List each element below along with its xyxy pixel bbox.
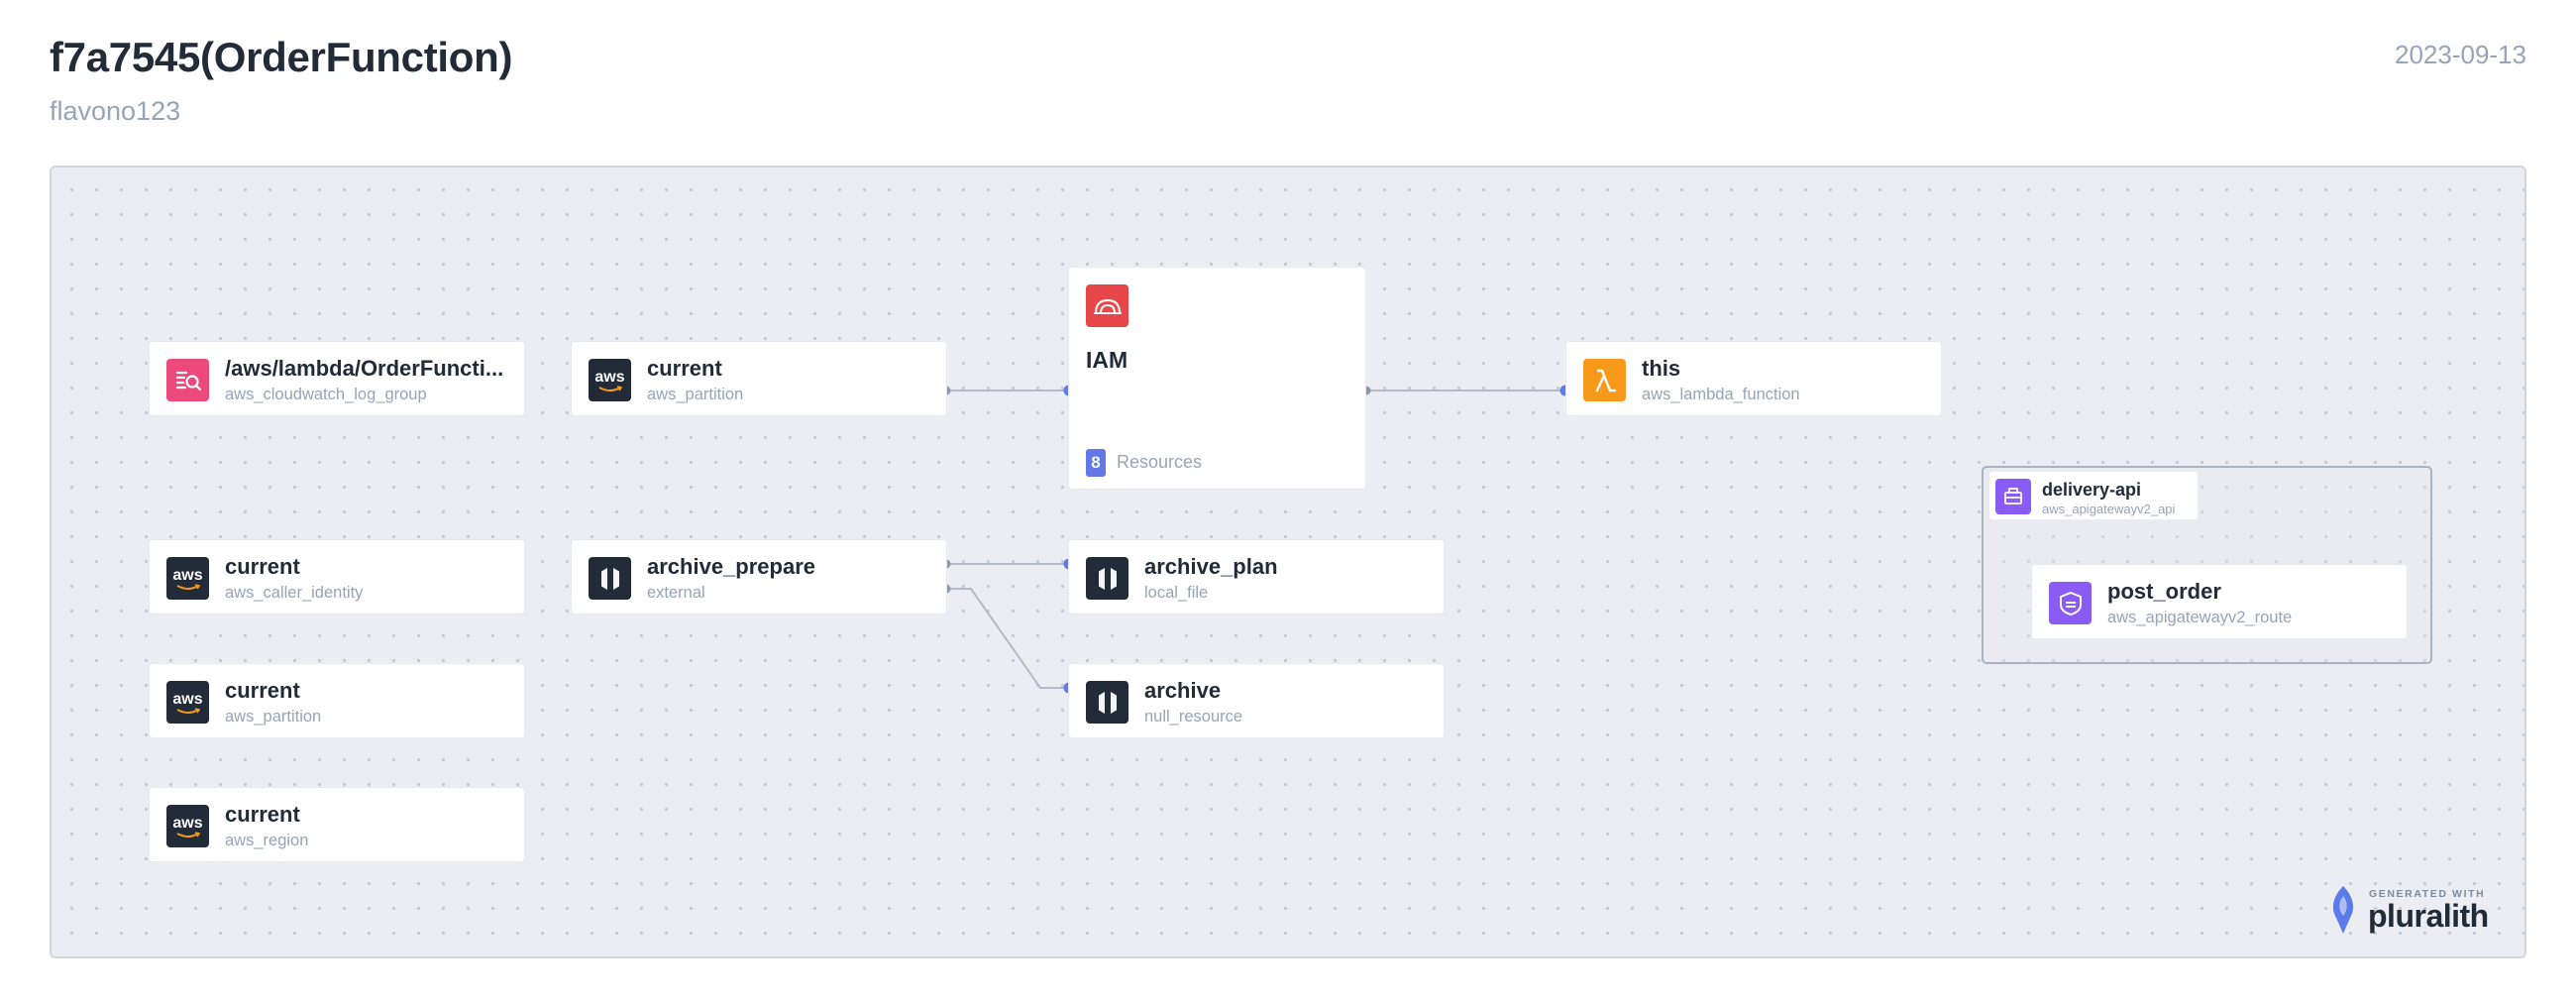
aws-icon: aws bbox=[166, 681, 209, 724]
cloudwatch-logs-icon bbox=[166, 359, 209, 401]
node-partition-primary[interactable]: aws current aws_partition bbox=[571, 341, 947, 416]
group-iam[interactable]: IAM 8 Resources bbox=[1068, 267, 1366, 490]
iam-icon bbox=[1086, 284, 1128, 327]
hashicorp-icon bbox=[1086, 681, 1128, 724]
node-cloudwatch-log-group[interactable]: /aws/lambda/OrderFuncti... aws_cloudwatc… bbox=[149, 341, 525, 416]
node-type: aws_caller_identity bbox=[225, 584, 364, 602]
lambda-icon bbox=[1583, 359, 1626, 401]
node-type: aws_lambda_function bbox=[1642, 386, 1800, 403]
node-lambda-function[interactable]: this aws_lambda_function bbox=[1565, 341, 1942, 416]
node-type: local_file bbox=[1144, 584, 1209, 602]
group-name: delivery-api bbox=[2042, 480, 2142, 500]
hashicorp-icon bbox=[1086, 557, 1128, 600]
node-name: current bbox=[225, 802, 300, 827]
node-type: external bbox=[647, 584, 705, 602]
node-name: current bbox=[647, 356, 722, 381]
aws-icon: aws bbox=[166, 557, 209, 600]
node-type: aws_partition bbox=[225, 708, 322, 726]
node-type: aws_partition bbox=[647, 386, 744, 403]
node-name: archive_prepare bbox=[647, 554, 815, 579]
group-type: aws_apigatewayv2_api bbox=[2042, 502, 2176, 516]
node-name: post_order bbox=[2107, 579, 2221, 604]
node-name: archive_plan bbox=[1144, 554, 1278, 579]
hashicorp-icon bbox=[589, 557, 631, 600]
node-name: /aws/lambda/OrderFuncti... bbox=[225, 356, 504, 381]
node-name: current bbox=[225, 554, 300, 579]
node-type: aws_region bbox=[225, 832, 309, 849]
node-archive-plan[interactable]: archive_plan local_file bbox=[1068, 539, 1445, 615]
pluralith-logo: GENERATED WITH pluralith bbox=[2326, 884, 2495, 942]
api-gateway-icon bbox=[1995, 479, 2031, 514]
edge-prepare-to-archive bbox=[946, 588, 1068, 689]
node-archive-prepare[interactable]: archive_prepare external bbox=[571, 539, 947, 615]
node-name: this bbox=[1642, 356, 1681, 381]
group-name: IAM bbox=[1086, 347, 1128, 373]
brand-name: pluralith bbox=[2368, 898, 2489, 934]
node-caller-identity[interactable]: aws current aws_caller_identity bbox=[149, 539, 525, 615]
api-route-icon bbox=[2049, 582, 2092, 624]
aws-icon: aws bbox=[166, 805, 209, 847]
resource-count-label: Resources bbox=[1117, 452, 1203, 472]
node-post-order[interactable]: post_order aws_apigatewayv2_route bbox=[2031, 564, 2408, 639]
resource-count-badge: 8 bbox=[1086, 449, 1106, 477]
pluralith-icon bbox=[2332, 886, 2354, 934]
node-name: current bbox=[225, 678, 300, 703]
node-type: aws_cloudwatch_log_group bbox=[225, 386, 427, 403]
group-delivery-api-header: delivery-api aws_apigatewayv2_api bbox=[1989, 472, 2198, 519]
node-region[interactable]: aws current aws_region bbox=[149, 787, 525, 862]
node-type: null_resource bbox=[1144, 708, 1243, 726]
node-type: aws_apigatewayv2_route bbox=[2107, 609, 2293, 626]
aws-icon: aws bbox=[589, 359, 631, 401]
node-partition-secondary[interactable]: aws current aws_partition bbox=[149, 663, 525, 738]
node-archive[interactable]: archive null_resource bbox=[1068, 663, 1445, 738]
node-name: archive bbox=[1144, 678, 1222, 703]
